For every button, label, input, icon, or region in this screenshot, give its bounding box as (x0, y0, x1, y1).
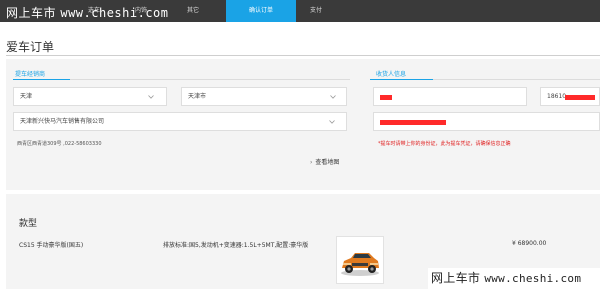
dealer-section-title: 提车经销商 (15, 71, 46, 78)
receiver-id-field[interactable] (373, 112, 600, 131)
tab-payment[interactable]: 支付 (310, 0, 322, 22)
city-select[interactable]: 天津市 (181, 87, 347, 106)
dealer-name-value: 天津新兴快马汽车销售有限公司 (20, 118, 105, 125)
redacted-name (380, 95, 392, 100)
chevron-down-icon (330, 95, 336, 99)
phone-prefix: 18610 (547, 93, 567, 100)
page-title: 爱车订单 (6, 40, 55, 54)
receiver-section-title: 收货人信息 (376, 71, 407, 78)
view-map-link[interactable]: › 查看地图 (310, 157, 339, 166)
watermark-url: www.cheshi.com (484, 272, 582, 285)
redacted-id-number (380, 120, 446, 125)
product-section-title: 款型 (19, 219, 38, 229)
chevron-right-icon: › (310, 159, 313, 166)
receiver-phone-field[interactable]: 18610 (540, 87, 600, 106)
product-price: ¥ 68900.00 (512, 240, 547, 247)
province-value: 天津 (20, 93, 33, 100)
chevron-down-icon (148, 95, 154, 99)
receiver-name-field[interactable] (373, 87, 527, 106)
title-divider (6, 55, 600, 56)
watermark-url: www.cheshi.com (60, 6, 169, 20)
city-value: 天津市 (188, 93, 207, 100)
dealer-section-underline (13, 79, 70, 80)
receiver-section-underline (370, 79, 433, 80)
receiver-section-rule (433, 79, 600, 80)
redacted-phone (565, 95, 595, 100)
product-name: CS15 手动豪华版(国五) (19, 242, 84, 249)
dealer-select[interactable]: 天津新兴快马汽车销售有限公司 (13, 112, 347, 131)
car-thumbnail (336, 236, 384, 284)
view-map-label: 查看地图 (315, 159, 340, 166)
tab-confirm-order[interactable]: 确认订单 (226, 0, 296, 22)
watermark-bottom: 网上车市 www.cheshi.com (428, 268, 600, 289)
watermark-site-name: 网上车市 (431, 271, 481, 285)
tab-other[interactable]: 其它 (187, 0, 199, 22)
chevron-down-icon (329, 120, 335, 124)
dealer-address: 西青区西青道309号 ,022-58603330 (17, 141, 102, 147)
product-spec: 排放标准:国5,发动机+变速器:1.5L+5MT,配置:豪华版 (163, 242, 309, 249)
id-notice: *提车时请带上你的身份证，此为提车凭证，请确保信息正确 (378, 141, 511, 147)
watermark-top: 网上车市 www.cheshi.com (6, 4, 169, 21)
car-image (337, 237, 383, 283)
watermark-site-name: 网上车市 (6, 6, 57, 20)
province-select[interactable]: 天津 (13, 87, 167, 106)
dealer-section-rule (70, 79, 350, 80)
